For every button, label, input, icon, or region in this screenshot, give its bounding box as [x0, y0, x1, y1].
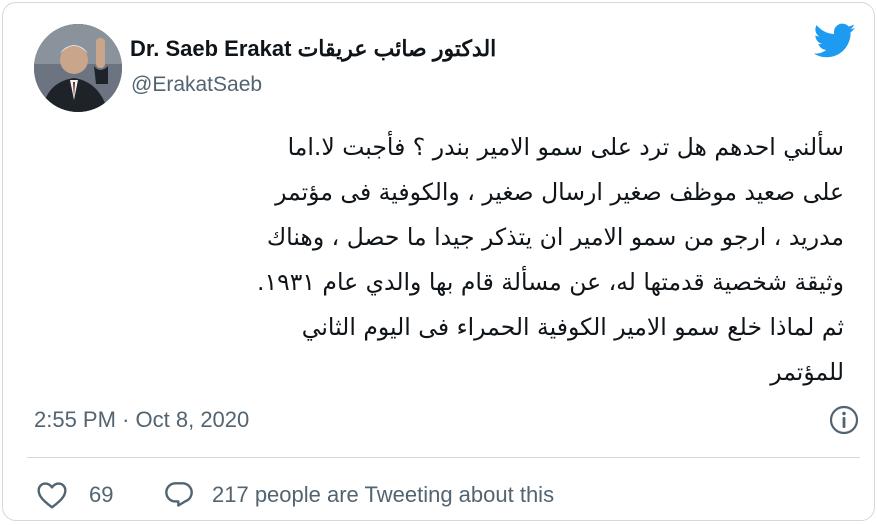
author-name-en: Dr. Saeb Erakat — [130, 36, 292, 61]
reply-icon[interactable] — [163, 479, 195, 509]
author-name-ar: الدكتور صائب عريقات — [297, 36, 497, 61]
tweet-text: سألني احدهم هل ترد على سمو الامير بندر ؟… — [31, 125, 844, 395]
tweet-line: سألني احدهم هل ترد على سمو الامير بندر ؟… — [287, 133, 844, 161]
info-icon[interactable] — [828, 404, 860, 436]
avatar-photo — [34, 24, 122, 112]
author-avatar[interactable] — [34, 24, 122, 112]
timestamp-separator: · — [122, 407, 130, 432]
twitter-bird-icon[interactable] — [814, 23, 856, 59]
tweet-card: Dr. Saeb Erakat الدكتور صائب عريقات @Era… — [2, 2, 875, 521]
tweet-date: Oct 8, 2020 — [135, 407, 250, 432]
tweet-line: للمؤتمر — [770, 358, 844, 386]
author-handle[interactable]: @ErakatSaeb — [131, 73, 262, 97]
divider — [27, 457, 860, 458]
tweet-line: على صعيد موظف صغير ارسال صغير ، والكوفية… — [275, 178, 844, 206]
author-name[interactable]: Dr. Saeb Erakat الدكتور صائب عريقات — [130, 36, 496, 62]
tweet-line: وثيقة شخصية قدمتها له، عن مسألة قام بها … — [256, 268, 844, 296]
tweet-time: 2:55 PM — [34, 407, 116, 432]
tweet-line: مدريد ، ارجو من سمو الامير ان يتذكر جيدا… — [266, 223, 844, 251]
conversation-link[interactable]: 217 people are Tweeting about this — [212, 482, 554, 508]
tweet-timestamp[interactable]: 2:55 PM · Oct 8, 2020 — [34, 407, 249, 433]
heart-icon[interactable] — [36, 480, 68, 510]
like-count[interactable]: 69 — [89, 482, 113, 508]
tweet-line: ثم لماذا خلع سمو الامير الكوفية الحمراء … — [301, 313, 844, 341]
